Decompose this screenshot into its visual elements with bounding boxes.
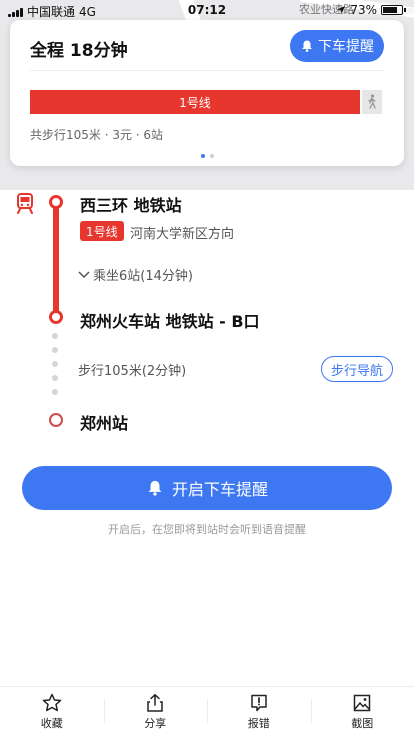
exit-station-node bbox=[49, 310, 63, 324]
screenshot-button[interactable]: 截图 bbox=[310, 687, 414, 736]
bell-icon bbox=[148, 480, 162, 496]
report-icon bbox=[251, 694, 267, 711]
status-right: 73% bbox=[336, 3, 406, 17]
total-time-title: 全程 18分钟 bbox=[30, 41, 128, 61]
star-icon bbox=[42, 693, 61, 711]
battery-tip bbox=[404, 8, 406, 12]
start-station-node bbox=[49, 195, 63, 209]
ride-stops-toggle[interactable]: 乘坐6站(14分钟) bbox=[78, 265, 193, 284]
report-error-button[interactable]: 报错 bbox=[207, 687, 311, 736]
walk-info: 步行105米(2分钟) bbox=[78, 364, 187, 379]
enable-alight-reminder-button[interactable]: 开启下车提醒 bbox=[22, 466, 392, 510]
share-icon bbox=[147, 693, 163, 712]
location-arrow-icon bbox=[337, 6, 346, 14]
line-segment-bar: 1号线 bbox=[30, 90, 360, 114]
bell-icon bbox=[302, 40, 312, 52]
start-station-name[interactable]: 西三环 地铁站 bbox=[80, 192, 182, 216]
exit-station-name[interactable]: 郑州火车站 地铁站 - B口 bbox=[80, 308, 260, 332]
reminder-hint: 开启后，在您即将到站时会听到语音提醒 bbox=[108, 523, 306, 536]
share-button[interactable]: 分享 bbox=[103, 687, 208, 736]
walk-segment-bar bbox=[362, 90, 382, 114]
line-direction: 河南大学新区方向 bbox=[130, 227, 235, 242]
metro-train-icon bbox=[17, 193, 33, 214]
page-dot-active bbox=[200, 154, 205, 158]
favorite-button[interactable]: 收藏 bbox=[0, 687, 104, 736]
walk-navigation-button[interactable]: 步行导航 bbox=[321, 356, 393, 382]
share-label: 分享 bbox=[144, 716, 167, 730]
battery-icon bbox=[381, 5, 403, 15]
bottom-toolbar: 收藏 分享 报错 截图 bbox=[0, 686, 414, 736]
screenshot-label: 截图 bbox=[351, 716, 374, 730]
walk-path-dots bbox=[52, 333, 60, 403]
end-station-name[interactable]: 郑州站 bbox=[80, 410, 128, 434]
chevron-down-icon bbox=[78, 270, 90, 278]
report-error-label: 报错 bbox=[247, 716, 270, 730]
battery-percent: 73% bbox=[350, 3, 377, 17]
line-segment-label: 1号线 bbox=[179, 95, 211, 110]
alight-reminder-label: 下车提醒 bbox=[318, 39, 374, 55]
favorite-label: 收藏 bbox=[40, 716, 63, 730]
alight-reminder-button[interactable]: 下车提醒 bbox=[290, 30, 384, 62]
card-divider bbox=[30, 70, 384, 71]
page-dot bbox=[209, 154, 214, 158]
status-bar: 中国联通 4G 07:12 73% bbox=[0, 0, 414, 20]
enable-alight-reminder-label: 开启下车提醒 bbox=[171, 480, 268, 499]
ride-stops-label: 乘坐6站(14分钟) bbox=[93, 269, 193, 284]
page-indicator bbox=[10, 154, 404, 158]
line-badge: 1号线 bbox=[80, 221, 124, 241]
end-station-node bbox=[49, 413, 63, 427]
screenshot-icon bbox=[354, 694, 371, 711]
route-summary: 共步行105米 · 3元 · 6站 bbox=[30, 128, 164, 142]
summary-card[interactable]: 全程 18分钟 下车提醒 1号线 共步行105米 · 3元 · 6站 bbox=[10, 20, 404, 166]
walking-person-icon bbox=[368, 94, 376, 109]
metro-line-track bbox=[53, 204, 59, 316]
